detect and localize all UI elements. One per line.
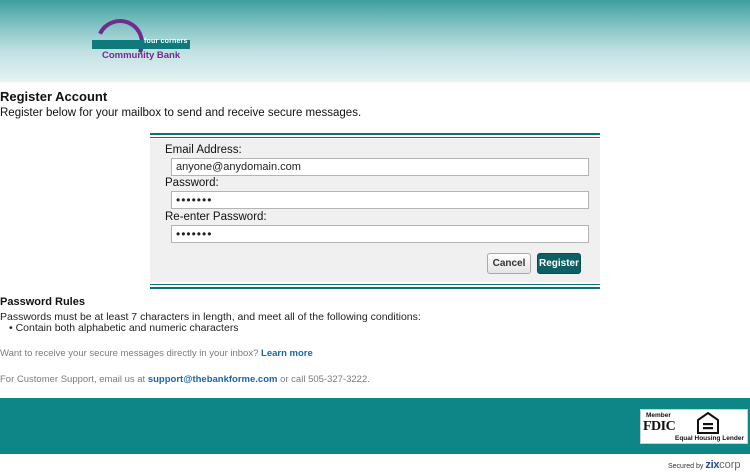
support-suffix: or call 505-327-3222. <box>280 374 370 385</box>
footer-band <box>0 398 750 454</box>
email-field[interactable] <box>171 158 589 176</box>
form-divider-top <box>150 133 600 135</box>
secured-by-label: Secured by <box>668 463 704 470</box>
form-divider-bottom-thin <box>150 284 600 285</box>
page-subtitle: Register below for your mailbox to send … <box>0 107 362 119</box>
support-info: For Customer Support, email us at suppor… <box>0 374 370 385</box>
member-label: Member <box>646 412 671 419</box>
logo-name: Community Bank <box>102 50 181 61</box>
zix-logo: zix <box>705 459 720 471</box>
secured-by: Secured by zixcorp <box>668 459 741 471</box>
fdic-logo: FDIC <box>643 419 676 434</box>
password-rules-title: Password Rules <box>0 296 85 308</box>
equal-housing-icon <box>697 412 719 434</box>
inbox-promo-text: Want to receive your secure messages dir… <box>0 348 259 359</box>
register-button[interactable]: Register <box>537 253 581 274</box>
logo-tagline: four corners <box>144 38 188 45</box>
inbox-promo: Want to receive your secure messages dir… <box>0 348 313 359</box>
equal-housing-label: Equal Housing Lender <box>675 435 744 442</box>
form-divider-bottom <box>150 287 600 289</box>
password-rule-item: • Contain both alphabetic and numeric ch… <box>9 322 239 334</box>
support-email-link[interactable]: support@thebankforme.com <box>148 374 278 385</box>
reenter-password-field[interactable] <box>171 225 589 243</box>
bank-logo[interactable]: four corners Community Bank <box>89 12 200 74</box>
reenter-password-label: Re-enter Password: <box>165 211 267 223</box>
email-label: Email Address: <box>165 144 242 156</box>
page-title: Register Account <box>0 89 108 104</box>
cancel-button[interactable]: Cancel <box>487 253 531 274</box>
header-banner: four corners Community Bank <box>0 0 750 82</box>
learn-more-link[interactable]: Learn more <box>261 348 313 359</box>
form-divider-top-thin <box>150 137 600 138</box>
fdic-ehl-badge: Member FDIC Equal Housing Lender <box>640 409 748 444</box>
corp-logo: corp <box>719 459 741 471</box>
support-prefix: For Customer Support, email us at <box>0 374 146 385</box>
password-label: Password: <box>165 177 219 189</box>
password-field[interactable] <box>171 191 589 209</box>
